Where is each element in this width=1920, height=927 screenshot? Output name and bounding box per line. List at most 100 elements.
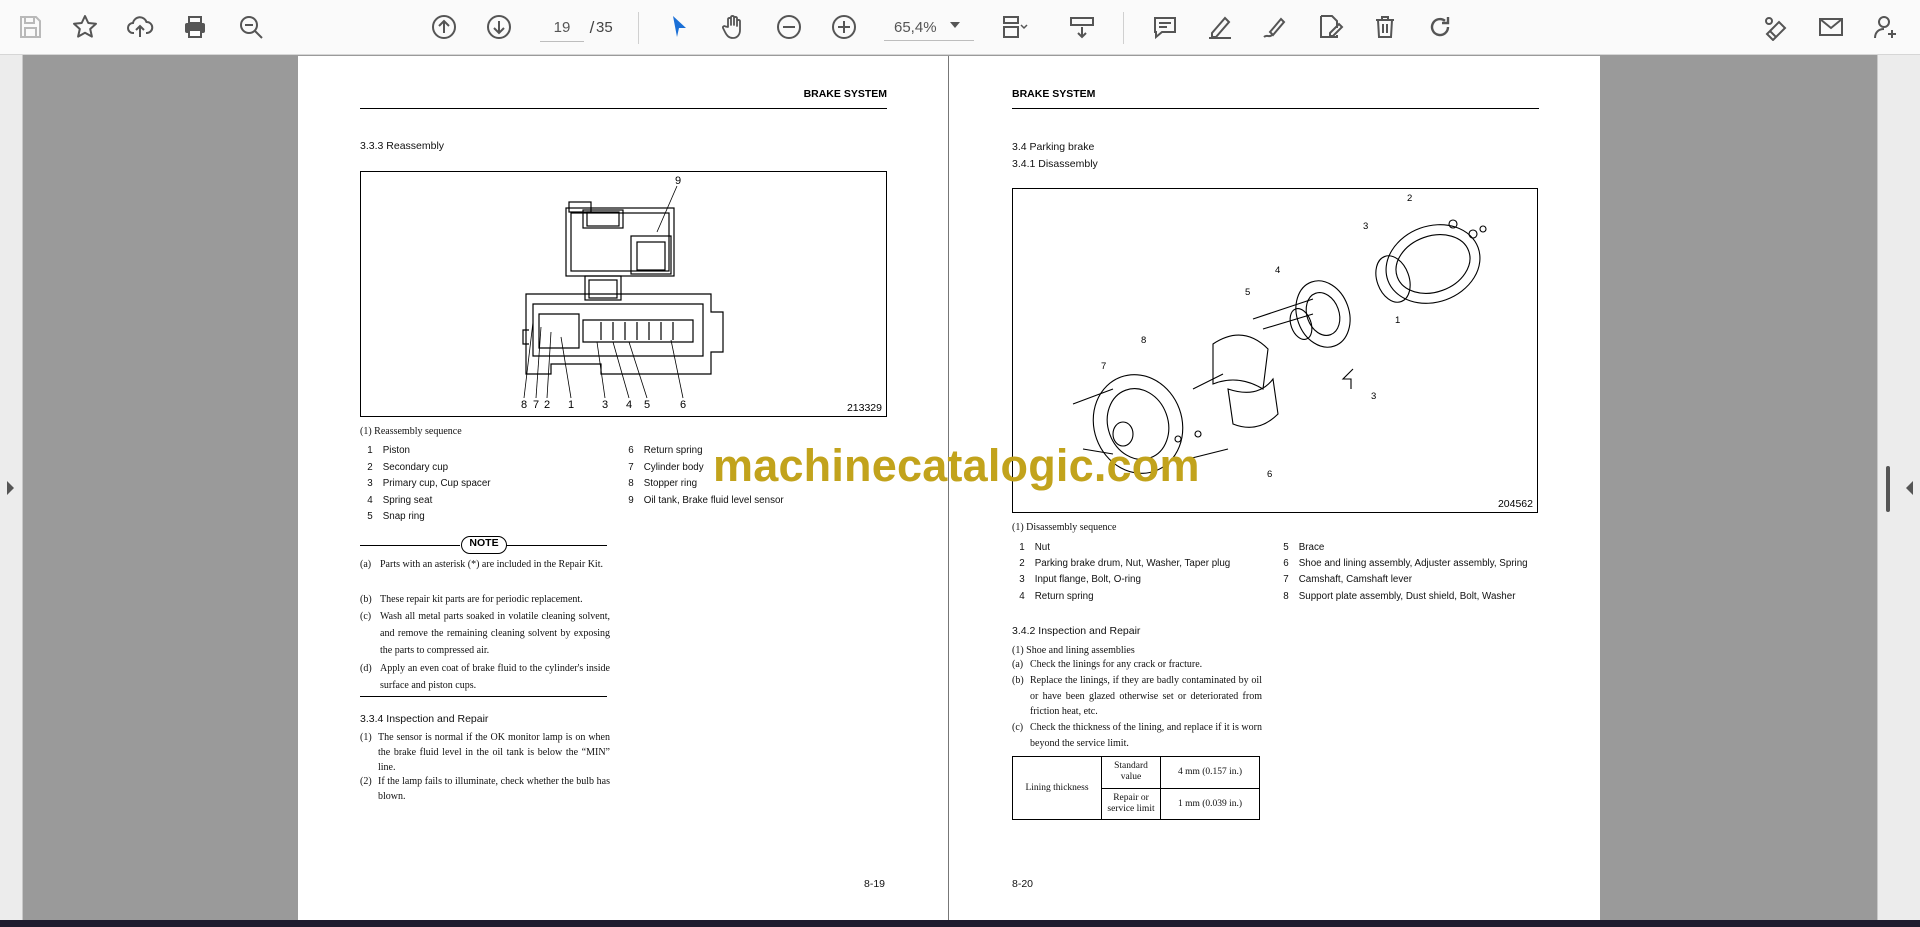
legend-item: 6 Shoe and lining assembly, Adjuster ass… bbox=[1283, 558, 1528, 569]
note-rule bbox=[360, 545, 460, 546]
toolbar-divider bbox=[1123, 12, 1124, 44]
scroll-mode-icon[interactable] bbox=[1063, 8, 1101, 46]
legend-item: 3 Primary cup, Cup spacer bbox=[367, 478, 491, 489]
legend-item: 1 Piston bbox=[367, 445, 410, 456]
lining-thickness-table: Lining thickness Standard value 4 mm (0.… bbox=[1012, 756, 1260, 820]
save-icon[interactable] bbox=[11, 8, 49, 46]
comment-icon[interactable] bbox=[1146, 8, 1184, 46]
toolbar: 19 / 35 65,4% bbox=[0, 0, 1920, 55]
print-icon[interactable] bbox=[176, 8, 214, 46]
table-cell-value: 4 mm (0.157 in.) bbox=[1160, 756, 1260, 789]
legend-item: 6 Return spring bbox=[628, 445, 703, 456]
svg-text:4: 4 bbox=[1275, 265, 1280, 276]
zoom-level-input[interactable]: 65,4% bbox=[884, 15, 974, 41]
legend-item: 3 Input flange, Bolt, O-ring bbox=[1019, 574, 1141, 585]
page-number: 8-19 bbox=[864, 878, 886, 890]
page-header: BRAKE SYSTEM bbox=[1012, 88, 1539, 109]
highlight-pen-icon[interactable] bbox=[1201, 8, 1239, 46]
svg-text:6: 6 bbox=[1267, 469, 1272, 480]
expand-right-panel-icon[interactable] bbox=[1906, 481, 1913, 495]
taskbar-strip bbox=[0, 920, 1920, 927]
zoom-in-icon[interactable] bbox=[825, 8, 863, 46]
bookmark-star-icon[interactable] bbox=[66, 8, 104, 46]
watermark-text: machinecatalogic.com bbox=[713, 440, 1200, 491]
inspection-item: (2) If the lamp fails to illuminate, chec… bbox=[360, 776, 610, 802]
figure-number: 204562 bbox=[1497, 498, 1533, 510]
subsection-title: 3.4.2 Inspection and Repair bbox=[1012, 625, 1141, 637]
zoom-search-icon[interactable] bbox=[232, 8, 270, 46]
legend-item: 8 Support plate assembly, Dust shield, B… bbox=[1283, 591, 1516, 602]
legend-item: 8 Stopper ring bbox=[628, 478, 698, 489]
page-down-icon[interactable] bbox=[480, 8, 518, 46]
legend-title: (1) Reassembly sequence bbox=[360, 426, 462, 437]
svg-text:8: 8 bbox=[521, 399, 527, 411]
table-row-header: Lining thickness bbox=[1012, 756, 1102, 820]
master-cylinder-drawing: 9 8 7 2 1 3 4 5 6 bbox=[521, 175, 724, 411]
svg-text:3: 3 bbox=[602, 399, 608, 411]
legend-item: 7 Camshaft, Camshaft lever bbox=[1283, 574, 1412, 585]
legend-item: 5 Brace bbox=[1283, 542, 1325, 553]
table-cell-value: 1 mm (0.039 in.) bbox=[1160, 787, 1260, 820]
note-item: (c) Wash all metal parts soaked in volati… bbox=[360, 611, 610, 656]
svg-text:5: 5 bbox=[1245, 287, 1250, 298]
subsection-title: 3.4.1 Disassembly bbox=[1012, 158, 1098, 170]
svg-text:6: 6 bbox=[680, 399, 686, 411]
svg-text:7: 7 bbox=[533, 399, 539, 411]
section-title: 3.4 Parking brake bbox=[1012, 141, 1095, 153]
svg-text:7: 7 bbox=[1101, 361, 1106, 372]
draw-icon[interactable] bbox=[1256, 8, 1294, 46]
legend-item: 9 Oil tank, Brake fluid level sensor bbox=[628, 495, 784, 506]
zoom-out-icon[interactable] bbox=[770, 8, 808, 46]
sign-icon[interactable] bbox=[1757, 8, 1795, 46]
chevron-down-icon[interactable] bbox=[950, 22, 960, 28]
legend-item: 2 Parking brake drum, Nut, Washer, Taper… bbox=[1019, 558, 1231, 569]
table-cell-label: Repair or service limit bbox=[1101, 787, 1161, 820]
scrollbar-thumb[interactable] bbox=[1886, 466, 1890, 512]
hand-pan-icon[interactable] bbox=[714, 8, 752, 46]
note-rule bbox=[360, 696, 607, 697]
upload-cloud-icon[interactable] bbox=[121, 8, 159, 46]
page-header: BRAKE SYSTEM bbox=[360, 88, 887, 109]
inspection-item: (1) The sensor is normal if the OK monito… bbox=[360, 732, 610, 773]
note-item: (a) Parts with an asterisk (*) are includ… bbox=[360, 559, 603, 570]
svg-text:2: 2 bbox=[544, 399, 550, 411]
legend-title: (1) Disassembly sequence bbox=[1012, 522, 1117, 533]
inspection-item: (c) Check the thickness of the lining, an… bbox=[1012, 722, 1262, 749]
svg-text:3: 3 bbox=[1363, 221, 1368, 232]
section-title: 3.3.3 Reassembly bbox=[360, 140, 445, 152]
inspection-item: (b) Replace the linings, if they are badl… bbox=[1012, 675, 1262, 717]
note-badge: NOTE bbox=[461, 536, 507, 554]
svg-text:1: 1 bbox=[1395, 315, 1400, 326]
svg-text:3: 3 bbox=[1371, 391, 1376, 402]
figure-number: 213329 bbox=[846, 402, 882, 414]
rotate-icon[interactable] bbox=[1421, 8, 1459, 46]
edit-pdf-icon[interactable] bbox=[1311, 8, 1349, 46]
legend-item: 2 Secondary cup bbox=[367, 462, 449, 473]
expand-left-panel-icon[interactable] bbox=[7, 481, 14, 495]
toolbar-divider bbox=[638, 12, 639, 44]
svg-text:4: 4 bbox=[626, 399, 632, 411]
delete-icon[interactable] bbox=[1366, 8, 1404, 46]
add-user-icon[interactable] bbox=[1867, 8, 1905, 46]
email-icon[interactable] bbox=[1812, 8, 1850, 46]
page-total: 35 bbox=[596, 19, 613, 36]
fit-page-icon[interactable] bbox=[995, 8, 1033, 46]
inspection-item: (a) Check the linings for any crack or fr… bbox=[1012, 659, 1203, 670]
legend-item: 4 Return spring bbox=[1019, 591, 1094, 602]
legend-item: 4 Spring seat bbox=[367, 495, 433, 506]
legend-item: 5 Snap ring bbox=[367, 511, 425, 522]
svg-text:2: 2 bbox=[1407, 193, 1412, 204]
svg-text:1: 1 bbox=[568, 399, 574, 411]
select-cursor-icon[interactable] bbox=[660, 8, 698, 46]
table-cell-label: Standard value bbox=[1101, 756, 1161, 789]
page-number: 8-20 bbox=[1012, 878, 1034, 890]
note-item: (d) Apply an even coat of brake fluid to … bbox=[360, 663, 610, 691]
page-number-input[interactable]: 19 bbox=[540, 15, 584, 42]
subsection-title: 3.3.4 Inspection and Repair bbox=[360, 713, 489, 725]
figure-master-cylinder: 9 8 7 2 1 3 4 5 6 213329 bbox=[360, 171, 887, 417]
svg-text:5: 5 bbox=[644, 399, 650, 411]
legend-item: 7 Cylinder body bbox=[628, 462, 704, 473]
right-panel-toggle[interactable] bbox=[1877, 55, 1920, 920]
page-up-icon[interactable] bbox=[425, 8, 463, 46]
note-rule bbox=[506, 545, 607, 546]
